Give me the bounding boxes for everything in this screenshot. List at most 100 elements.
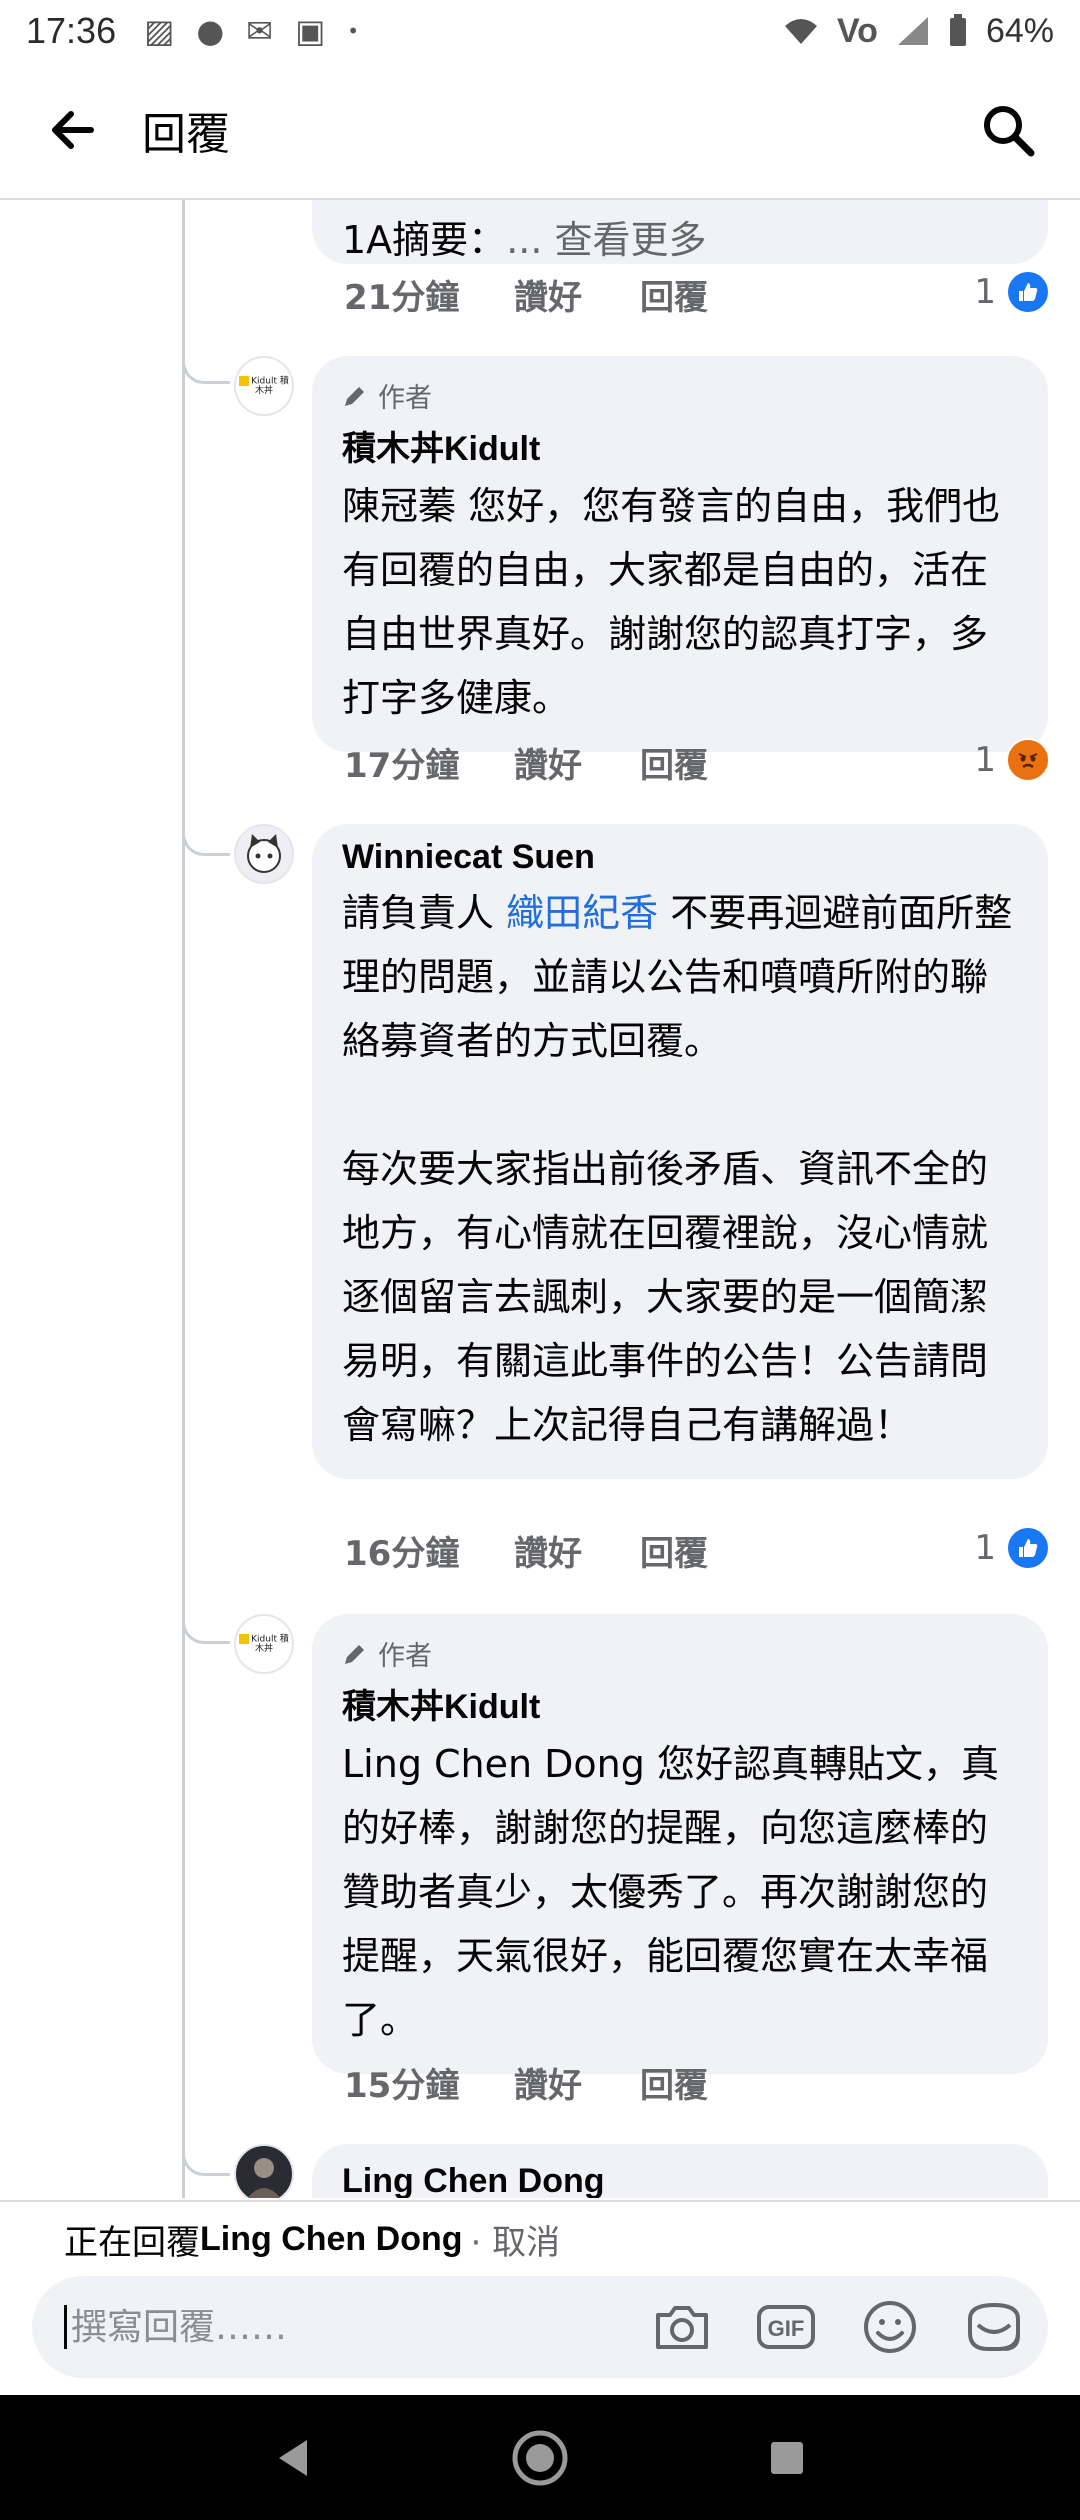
- comment-actions: 21分鐘 讚好 回覆: [344, 270, 766, 319]
- nav-back-icon: [279, 2439, 308, 2476]
- comment-time: 21分鐘: [344, 278, 460, 318]
- search-icon: [984, 106, 1035, 157]
- comment-text: 陳冠蓁 您好，您有發言的自由，我們也有回覆的自由，大家都是自由的，活在自由世界真…: [342, 484, 1001, 720]
- comment-time: 17分鐘: [344, 746, 460, 786]
- pencil-icon: [345, 1644, 364, 1664]
- system-nav-bar: [0, 2395, 1080, 2520]
- reply-button[interactable]: 回覆: [640, 738, 766, 787]
- avatar[interactable]: [234, 2144, 294, 2198]
- nav-home-button[interactable]: [505, 2423, 575, 2493]
- nav-recents-icon: [770, 2441, 803, 2474]
- nav-recents-button[interactable]: [752, 2423, 822, 2493]
- comment-bubble[interactable]: 1A摘要：... 查看更多: [312, 200, 1048, 264]
- reply-button[interactable]: 回覆: [640, 1526, 766, 1575]
- avatar[interactable]: [234, 824, 294, 884]
- author-badge-label: 作者: [378, 383, 432, 414]
- thread-line: [182, 200, 185, 2198]
- battery-icon: [949, 14, 966, 46]
- notification-icons: ▨ ● ✉ ▣ •: [144, 12, 359, 50]
- sticker-button[interactable]: [962, 2295, 1026, 2359]
- reply-button[interactable]: 回覆: [640, 2058, 766, 2107]
- reaction-summary[interactable]: 1: [974, 270, 1050, 314]
- replying-name: Ling Chen Dong: [200, 2219, 463, 2258]
- text-caret: [64, 2305, 67, 2349]
- comment-text: 請負責人 織田紀香 不要再迴避前面所整理的問題，並請以公告和噴噴所附的聯絡募資者…: [342, 891, 1013, 1447]
- comment-actions: 16分鐘 讚好 回覆: [344, 1526, 766, 1575]
- emoji-button[interactable]: [858, 2295, 922, 2359]
- gif-button[interactable]: GIF: [754, 2295, 818, 2359]
- page-title: 回覆: [142, 109, 230, 160]
- reply-button[interactable]: 回覆: [640, 270, 766, 319]
- author-badge: 作者: [342, 376, 1016, 415]
- angry-reaction-icon: [1006, 738, 1050, 782]
- comment-actions: 15分鐘 讚好 回覆: [344, 2058, 766, 2107]
- comment-time: 15分鐘: [344, 2066, 460, 2106]
- camera-icon: [656, 2306, 708, 2349]
- comment-actions: 17分鐘 讚好 回覆: [344, 738, 766, 787]
- back-button[interactable]: [42, 100, 102, 160]
- comment-text: Ling Chen Dong 您好認真轉貼文，真的好棒，謝謝您的提醒，向您這麼棒…: [342, 1742, 999, 2042]
- reply-input[interactable]: [71, 2306, 650, 2348]
- comment-time: 16分鐘: [344, 1534, 460, 1574]
- like-reaction-icon: [1006, 1526, 1050, 1570]
- reply-composer: GIF: [32, 2276, 1048, 2378]
- emoji-icon: [864, 2301, 916, 2353]
- nav-back-button[interactable]: [258, 2423, 328, 2493]
- gif-icon: GIF: [757, 2305, 815, 2349]
- mention-link[interactable]: 織田紀香: [506, 891, 658, 935]
- back-arrow-icon: [52, 111, 94, 149]
- battery-percent: 64%: [985, 11, 1054, 50]
- comment-author[interactable]: Ling Chen Dong: [342, 2162, 1016, 2198]
- person-avatar-icon: [247, 2158, 281, 2198]
- signal-icon: [897, 17, 928, 45]
- photo-icon: ▣: [295, 12, 326, 50]
- gallery-icon: ▨: [144, 12, 175, 50]
- comment-bubble[interactable]: 作者 積木丼Kidult Ling Chen Dong 您好認真轉貼文，真的好棒…: [312, 1614, 1048, 2074]
- like-button[interactable]: 讚好: [514, 270, 640, 319]
- thread-connector: [182, 822, 230, 856]
- avatar[interactable]: Kidult 積木丼: [234, 356, 294, 416]
- thread-connector: [182, 350, 230, 384]
- comment-author[interactable]: Winniecat Suen: [342, 838, 1016, 877]
- reaction-count: 1: [974, 272, 996, 312]
- reaction-count: 1: [974, 740, 996, 780]
- reaction-summary[interactable]: 1: [974, 738, 1050, 782]
- like-button[interactable]: 讚好: [514, 738, 640, 787]
- like-button[interactable]: 讚好: [514, 1526, 640, 1575]
- dot-icon: •: [347, 19, 360, 43]
- gmail-icon: ✉: [246, 12, 274, 50]
- like-button[interactable]: 讚好: [514, 2058, 640, 2107]
- comment-bubble[interactable]: Winniecat Suen 請負責人 織田紀香 不要再迴避前面所整理的問題，並…: [312, 824, 1048, 1479]
- reaction-summary[interactable]: 1: [974, 1526, 1050, 1570]
- thread-connector: [182, 1610, 230, 1644]
- replying-prefix: 正在回覆: [64, 2222, 200, 2263]
- comment-thread: 1A摘要：... 查看更多 21分鐘 讚好 回覆 1 Kidult 積木丼 作者…: [0, 200, 1080, 2198]
- comment-author[interactable]: 積木丼Kidult: [342, 421, 1016, 470]
- pencil-icon: [345, 386, 364, 406]
- author-badge: 作者: [342, 1634, 1016, 1673]
- comment-author[interactable]: 積木丼Kidult: [342, 1679, 1016, 1728]
- nav-home-icon: [512, 2430, 568, 2485]
- kidult-logo: Kidult 積木丼: [236, 375, 292, 396]
- volte-icon: Vo: [837, 11, 878, 50]
- sticker-icon: [968, 2302, 1020, 2351]
- camera-button[interactable]: [650, 2295, 714, 2359]
- replying-indicator: 正在回覆 Ling Chen Dong · 取消: [0, 2200, 1080, 2276]
- comment-text: 1A摘要：... 查看更多: [342, 218, 707, 262]
- like-reaction-icon: [1006, 270, 1050, 314]
- avatar[interactable]: Kidult 積木丼: [234, 1614, 294, 1674]
- wifi-icon: [785, 19, 817, 44]
- see-more-link[interactable]: ... 查看更多: [506, 218, 706, 262]
- comment-bubble[interactable]: 作者 積木丼Kidult 陳冠蓁 您好，您有發言的自由，我們也有回覆的自由，大家…: [312, 356, 1048, 752]
- cancel-reply-button[interactable]: · 取消: [471, 2215, 561, 2264]
- status-time: 17:36: [26, 10, 117, 51]
- kidult-logo: Kidult 積木丼: [236, 1633, 292, 1654]
- status-bar: 17:36 ▨ ● ✉ ▣ • Vo 64%: [0, 0, 1080, 62]
- cat-avatar-icon: [247, 834, 281, 873]
- app-bar: 回覆: [0, 62, 1080, 200]
- search-button[interactable]: [976, 98, 1040, 162]
- thread-connector: [182, 2142, 230, 2176]
- cat-icon: ●: [196, 12, 225, 50]
- comment-bubble[interactable]: Ling Chen Dong: [312, 2144, 1048, 2198]
- author-badge-label: 作者: [378, 1641, 432, 1672]
